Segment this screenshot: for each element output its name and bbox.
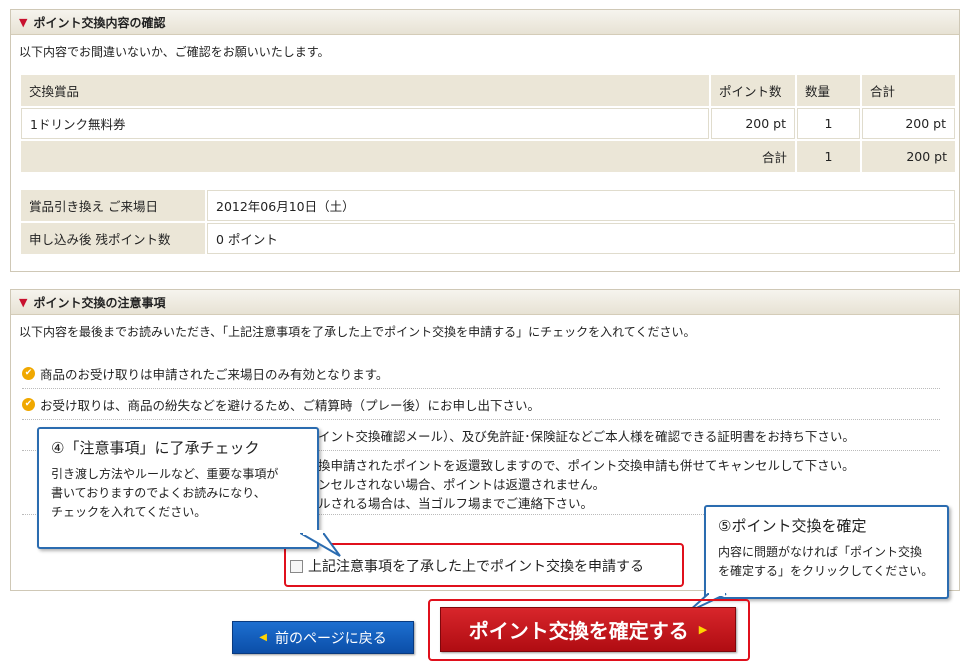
note-text: 商品のお受け取りは申請されたご来場日のみ有効となります。 bbox=[40, 366, 389, 382]
callout-step-4-line-2: 書いておりますのでよくお読みになり、 bbox=[51, 486, 266, 500]
callout-step-5-line-1: 内容に問題がなければ「ポイント交換 bbox=[718, 545, 923, 559]
table-header-row: 交換賞品 ポイント数 数量 合計 bbox=[21, 75, 955, 106]
sum-label: 合計 bbox=[21, 141, 795, 172]
info-row: 賞品引き換え ご来場日 2012年06月10日（土） bbox=[21, 190, 955, 221]
callout-step-5-line-2: を確定する」をクリックしてください。 bbox=[718, 564, 934, 578]
confirm-panel-title: ポイント交換内容の確認 bbox=[33, 15, 166, 30]
visit-date-value: 2012年06月10日（土） bbox=[207, 190, 955, 221]
callout-step-4-line-1: 引き渡し方法やルールなど、重要な事項が bbox=[51, 467, 279, 481]
sum-row: 合計 1 200 pt bbox=[21, 141, 955, 172]
callout-step-4: ④「注意事項」に了承チェック 引き渡し方法やルールなど、重要な事項が 書いており… bbox=[37, 427, 319, 549]
agree-label: 上記注意事項を了承した上でポイント交換を申請する bbox=[308, 559, 644, 575]
remaining-points-label: 申し込み後 残ポイント数 bbox=[21, 223, 205, 254]
notes-intro: 以下内容を最後までお読みいただき、「上記注意事項を了承した上でポイント交換を申請… bbox=[19, 325, 696, 339]
col-header-points: ポイント数 bbox=[711, 75, 795, 106]
callout-step-4-line-3: チェックを入れてください。 bbox=[51, 505, 207, 519]
notes-panel-header: ▼ ポイント交換の注意事項 bbox=[11, 290, 959, 315]
col-header-total: 合計 bbox=[862, 75, 955, 106]
confirm-panel-header: ▼ ポイント交換内容の確認 bbox=[11, 10, 959, 35]
item-qty: 1 bbox=[797, 108, 860, 139]
callout-step-5: ⑤ポイント交換を確定 内容に問題がなければ「ポイント交換 を確定する」をクリック… bbox=[704, 505, 949, 599]
item-name: 1ドリンク無料券 bbox=[21, 108, 709, 139]
info-row: 申し込み後 残ポイント数 0 ポイント bbox=[21, 223, 955, 254]
visit-date-label: 賞品引き換え ご来場日 bbox=[21, 190, 205, 221]
note-text: ルされる場合は、当ゴルフ場までご連絡下さい。 bbox=[318, 496, 594, 511]
note-text: ンセルされない場合、ポイントは返還されません。 bbox=[318, 477, 606, 492]
confirm-intro: 以下内容でお間違いないか、ご確認をお願いいたします。 bbox=[19, 45, 330, 59]
note-text: 換申請されたポイントを返還致しますので、ポイント交換申請も併せてキャンセルして下… bbox=[318, 458, 855, 473]
callout-step-4-pointer bbox=[300, 530, 341, 557]
back-button-label: 前のページに戻る bbox=[274, 630, 387, 647]
confirm-panel: ▼ ポイント交換内容の確認 以下内容でお間違いないか、ご確認をお願いいたします。… bbox=[10, 9, 960, 272]
list-item: ✔ お受け取りは、商品の紛失などを避けるため、ご精算時（プレー後）にお申し出下さ… bbox=[22, 389, 940, 420]
agree-checkbox[interactable] bbox=[290, 559, 303, 573]
remaining-points-value: 0 ポイント bbox=[207, 223, 955, 254]
triangle-down-icon: ▼ bbox=[19, 295, 28, 309]
note-text: お受け取りは、商品の紛失などを避けるため、ご精算時（プレー後）にお申し出下さい。 bbox=[40, 397, 541, 413]
check-circle-icon: ✔ bbox=[22, 397, 35, 411]
check-circle-icon: ✔ bbox=[22, 366, 35, 380]
triangle-left-icon: ◀ bbox=[259, 632, 267, 643]
callout-step-5-title: ⑤ポイント交換を確定 bbox=[718, 517, 867, 535]
list-item: ✔ 商品のお受け取りは申請されたご来場日のみ有効となります。 bbox=[22, 358, 940, 389]
triangle-down-icon: ▼ bbox=[19, 15, 28, 29]
sum-total: 200 pt bbox=[862, 141, 955, 172]
confirm-exchange-button[interactable]: ポイント交換を確定する ▶ bbox=[440, 607, 736, 652]
item-points: 200 pt bbox=[711, 108, 795, 139]
item-total: 200 pt bbox=[862, 108, 955, 139]
back-button[interactable]: ◀ 前のページに戻る bbox=[232, 621, 414, 654]
exchange-items-table: 交換賞品 ポイント数 数量 合計 1ドリンク無料券 200 pt 1 200 p… bbox=[19, 73, 957, 174]
table-row: 1ドリンク無料券 200 pt 1 200 pt bbox=[21, 108, 955, 139]
note-text: イント交換確認メール）、及び免許証･保険証などご本人様を確認できる証明書をお持ち… bbox=[318, 428, 855, 444]
sum-qty: 1 bbox=[797, 141, 860, 172]
confirm-button-label: ポイント交換を確定する bbox=[468, 619, 689, 643]
col-header-qty: 数量 bbox=[797, 75, 860, 106]
triangle-right-icon: ▶ bbox=[698, 623, 708, 636]
col-header-item: 交換賞品 bbox=[21, 75, 709, 106]
exchange-info-table: 賞品引き換え ご来場日 2012年06月10日（土） 申し込み後 残ポイント数 … bbox=[19, 188, 957, 256]
callout-step-4-title: ④「注意事項」に了承チェック bbox=[51, 439, 260, 457]
notes-panel-title: ポイント交換の注意事項 bbox=[33, 295, 166, 310]
